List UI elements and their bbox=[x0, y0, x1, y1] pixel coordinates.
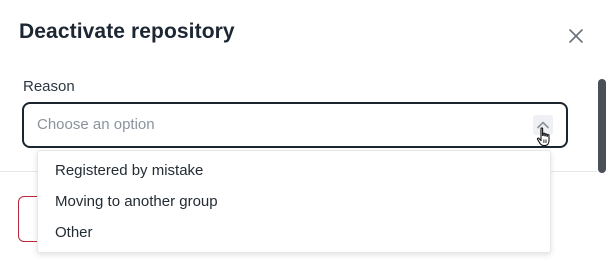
close-icon bbox=[569, 29, 583, 43]
scrollbar-thumb[interactable] bbox=[598, 79, 606, 173]
option-other[interactable]: Other bbox=[38, 220, 550, 251]
reason-select-placeholder: Choose an option bbox=[37, 116, 155, 133]
chevron-up-icon[interactable] bbox=[533, 115, 553, 135]
deactivate-repository-dialog: Deactivate repository Reason Choose an o… bbox=[0, 0, 608, 261]
dialog-title: Deactivate repository bbox=[19, 20, 235, 43]
reason-select[interactable]: Choose an option bbox=[22, 102, 568, 148]
reason-label: Reason bbox=[23, 78, 75, 95]
option-moving-to-another-group[interactable]: Moving to another group bbox=[38, 189, 550, 220]
close-button[interactable] bbox=[566, 26, 586, 46]
reason-dropdown-menu: Registered by mistake Moving to another … bbox=[37, 150, 551, 253]
option-registered-by-mistake[interactable]: Registered by mistake bbox=[38, 158, 550, 189]
